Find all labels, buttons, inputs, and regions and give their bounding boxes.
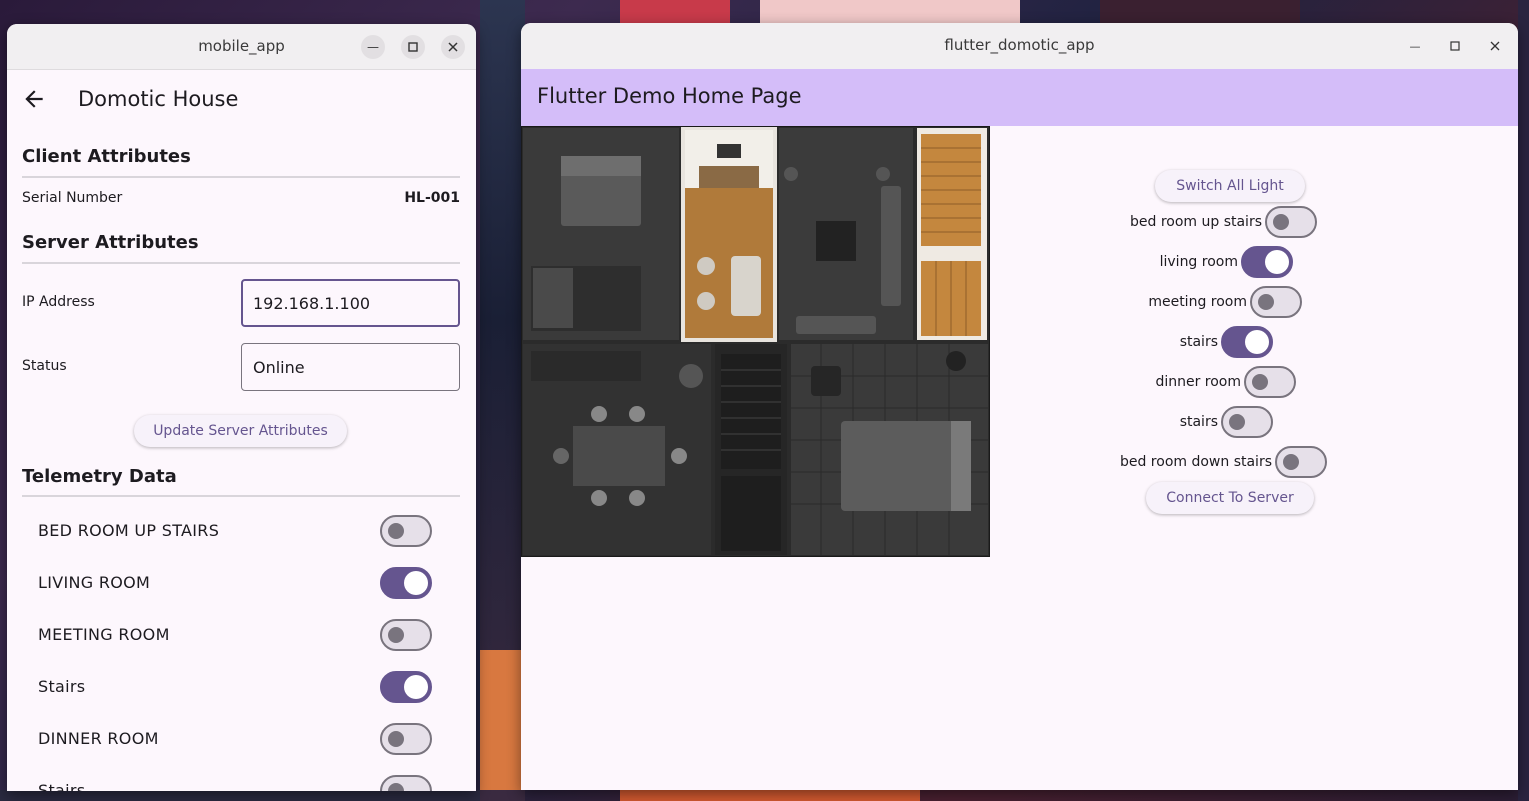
status-label: Status bbox=[22, 358, 67, 374]
bedroom-downstairs-room bbox=[791, 344, 988, 555]
telemetry-switch[interactable] bbox=[380, 619, 432, 651]
dinner-room bbox=[523, 344, 711, 555]
room-label: stairs bbox=[1179, 334, 1218, 350]
switch-thumb bbox=[404, 571, 428, 595]
mobile-app-window: mobile_app — Domotic House Client Attrib… bbox=[7, 24, 476, 791]
switch-thumb bbox=[388, 627, 404, 643]
telemetry-switch[interactable] bbox=[380, 671, 432, 703]
maximize-icon bbox=[408, 42, 418, 52]
room-light-switch[interactable] bbox=[1221, 406, 1273, 438]
ip-address-label: IP Address bbox=[22, 294, 95, 310]
telemetry-label: Stairs bbox=[38, 781, 86, 791]
room-label: dinner room bbox=[1155, 374, 1241, 390]
telemetry-label: Stairs bbox=[38, 677, 86, 696]
page-title: Flutter Demo Home Page bbox=[537, 84, 802, 108]
ip-address-input[interactable] bbox=[241, 279, 460, 327]
switch-thumb bbox=[1265, 250, 1289, 274]
telemetry-heading: Telemetry Data bbox=[22, 466, 177, 487]
switch-thumb bbox=[1252, 374, 1268, 390]
stairs-upstairs bbox=[917, 128, 987, 340]
switch-thumb bbox=[388, 731, 404, 747]
close-button[interactable] bbox=[441, 35, 465, 59]
room-label: meeting room bbox=[1148, 294, 1247, 310]
switch-thumb bbox=[1283, 454, 1299, 470]
window-titlebar[interactable]: flutter_domotic_app — bbox=[521, 23, 1518, 69]
minimize-icon: — bbox=[1409, 39, 1421, 53]
telemetry-switch[interactable] bbox=[380, 723, 432, 755]
switch-thumb bbox=[388, 783, 404, 791]
connect-to-server-button[interactable]: Connect To Server bbox=[1146, 482, 1314, 514]
server-attributes-heading: Server Attributes bbox=[22, 232, 199, 253]
close-icon bbox=[448, 42, 458, 52]
client-attributes-heading: Client Attributes bbox=[22, 146, 191, 167]
stairs-downstairs bbox=[715, 344, 787, 555]
window-titlebar[interactable]: mobile_app — bbox=[7, 24, 476, 70]
flutter-domotic-app-window: flutter_domotic_app — Flutter Demo Home … bbox=[521, 23, 1518, 790]
telemetry-label: DINNER ROOM bbox=[38, 729, 159, 748]
switch-thumb bbox=[1245, 330, 1269, 354]
meeting-room bbox=[779, 128, 913, 340]
arrow-left-icon bbox=[25, 90, 43, 108]
room-light-switch[interactable] bbox=[1244, 366, 1296, 398]
minimize-button[interactable]: — bbox=[1403, 34, 1427, 58]
maximize-button[interactable] bbox=[1443, 34, 1467, 58]
room-label: bed room up stairs bbox=[1129, 214, 1262, 230]
serial-number-label: Serial Number bbox=[22, 190, 123, 206]
switch-thumb bbox=[388, 523, 404, 539]
telemetry-label: BED ROOM UP STAIRS bbox=[38, 521, 220, 540]
window-title: flutter_domotic_app bbox=[944, 36, 1095, 54]
room-light-switch[interactable] bbox=[1221, 326, 1273, 358]
close-icon bbox=[1490, 41, 1500, 51]
room-label: living room bbox=[1159, 254, 1238, 270]
telemetry-label: LIVING ROOM bbox=[38, 573, 151, 592]
section-divider bbox=[22, 262, 460, 264]
switch-thumb bbox=[404, 675, 428, 699]
maximize-icon bbox=[1450, 41, 1460, 51]
section-divider bbox=[22, 176, 460, 178]
bedroom-upstairs-room bbox=[523, 128, 679, 340]
telemetry-switch[interactable] bbox=[380, 567, 432, 599]
page-title: Domotic House bbox=[78, 87, 239, 111]
section-divider bbox=[22, 495, 460, 497]
room-light-switch[interactable] bbox=[1250, 286, 1302, 318]
room-label: bed room down stairs bbox=[1119, 454, 1272, 470]
status-input[interactable] bbox=[241, 343, 460, 391]
maximize-button[interactable] bbox=[401, 35, 425, 59]
app-bar: Flutter Demo Home Page bbox=[521, 69, 1518, 126]
room-light-switch[interactable] bbox=[1265, 206, 1317, 238]
minimize-icon: — bbox=[367, 40, 379, 54]
room-label: stairs bbox=[1179, 414, 1218, 430]
room-light-switch[interactable] bbox=[1241, 246, 1293, 278]
telemetry-switch[interactable] bbox=[380, 515, 432, 547]
room-light-switch[interactable] bbox=[1275, 446, 1327, 478]
minimize-button[interactable]: — bbox=[361, 35, 385, 59]
switch-thumb bbox=[1229, 414, 1245, 430]
house-floorplan-image bbox=[521, 126, 990, 557]
living-room bbox=[681, 126, 777, 342]
switch-thumb bbox=[1258, 294, 1274, 310]
switch-all-light-button[interactable]: Switch All Light bbox=[1155, 170, 1305, 202]
update-server-attributes-button[interactable]: Update Server Attributes bbox=[134, 415, 347, 447]
telemetry-label: MEETING ROOM bbox=[38, 625, 170, 644]
serial-number-value: HL-001 bbox=[404, 190, 460, 206]
back-button[interactable] bbox=[21, 86, 47, 112]
app-bar: Domotic House bbox=[7, 70, 476, 128]
close-button[interactable] bbox=[1483, 34, 1507, 58]
switch-thumb bbox=[1273, 214, 1289, 230]
telemetry-switch[interactable] bbox=[380, 775, 432, 791]
